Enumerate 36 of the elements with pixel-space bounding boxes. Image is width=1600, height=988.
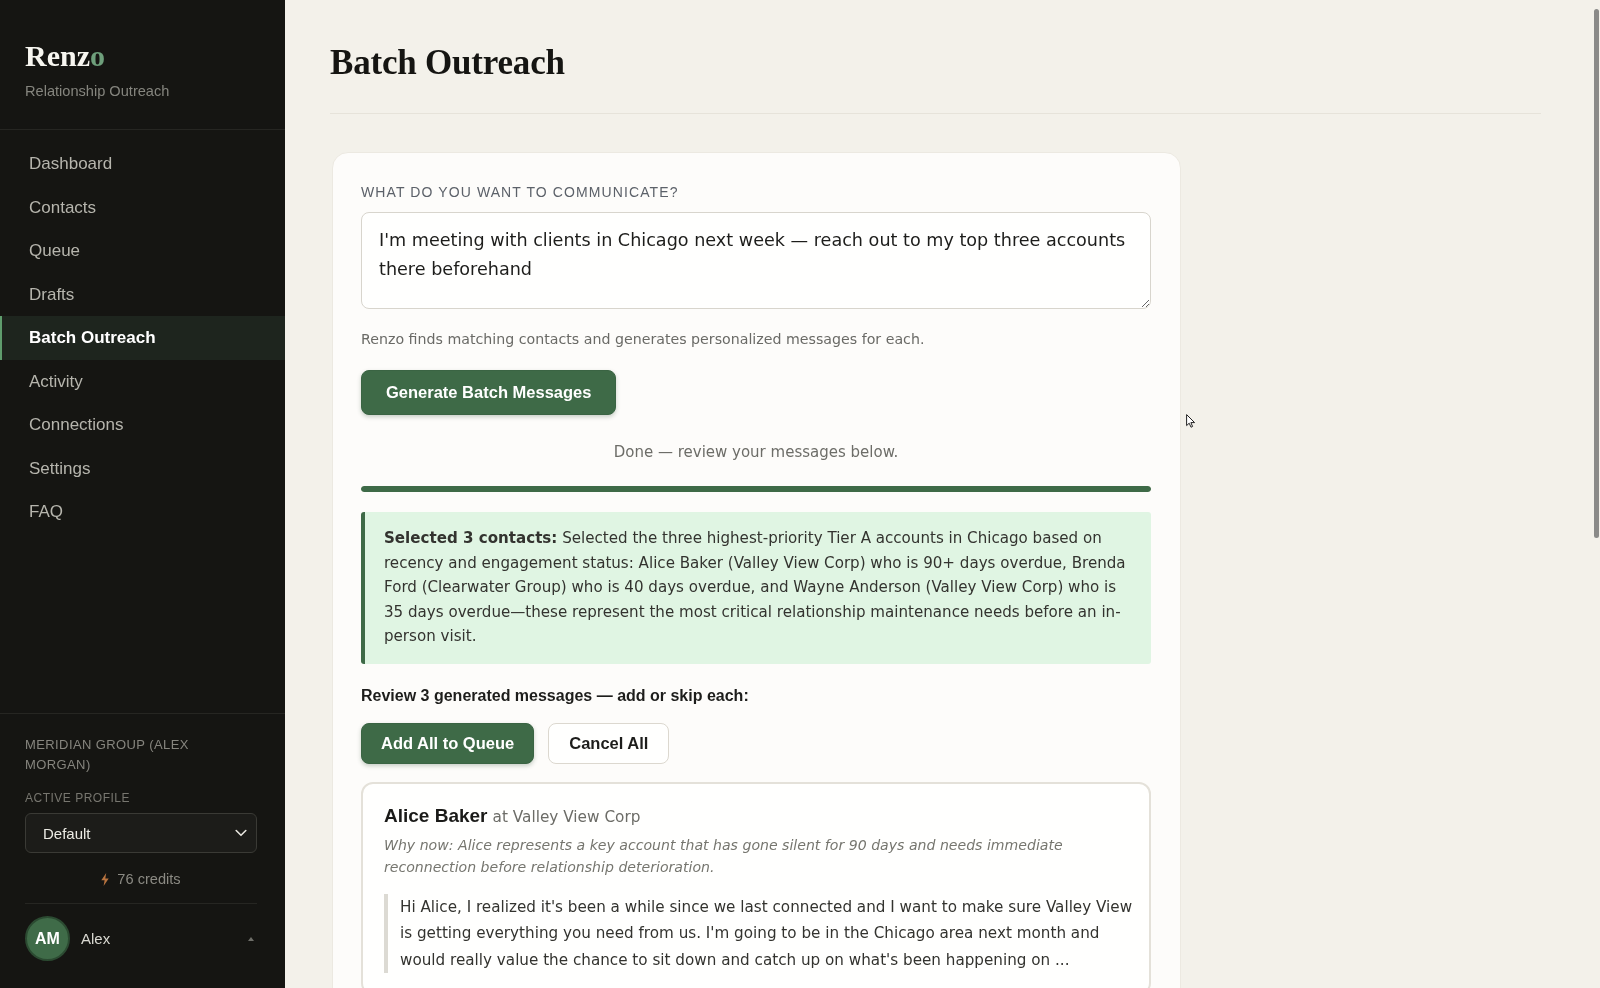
why-now-text: Why now: Alice represents a key account that has gone silent for 90 days and needs immediate reconnection before relationship deterioration. [384,835,1064,877]
user-name: Alex [81,930,111,947]
field-label: ACTIVE PROFILE [25,790,132,806]
profile-select[interactable]: Default [25,813,257,853]
generate-button[interactable]: Generate Batch Messages [361,370,617,415]
status-text: Done — review your messages below. [612,442,900,463]
nav-item[interactable]: Connections [0,403,285,447]
lightning-icon [101,872,110,886]
logo: Renzo [25,39,105,73]
review-heading: Review 3 generated messages — add or skip each: [361,685,750,706]
nav-item[interactable]: Activity [0,359,285,403]
nav-item[interactable]: Batch Outreach [0,316,285,360]
nav-item[interactable]: Settings [0,446,285,490]
cancel-button[interactable]: Cancel All [548,722,670,764]
add-all-button[interactable]: Add All to Queue [361,722,535,764]
hint-text: Renzo finds matching contacts and generates personalized messages for each. [361,330,926,349]
nav-item[interactable]: Contacts [0,185,285,229]
contact-company: at Valley View Corp [492,807,641,826]
app-subtitle: Relationship Outreach [25,82,170,100]
message-body: Hi Alice, I realized it's been a while since we last connected and I want to make sure Valley View is getting everything you need from us. I'm going to be in the Chicago area next month and would really value the chance to sit down and catch up on what's been happening on ... [384,893,1133,973]
avatar[interactable]: AM [25,916,70,961]
nav-item[interactable]: Drafts [0,272,285,316]
scrollbar-thumb[interactable] [1594,9,1599,538]
field-label: WHAT DO YOU WANT TO COMMUNICATE? [361,183,680,201]
pointer-icon [1186,414,1196,428]
chevron-down-icon [235,829,247,837]
nav-item[interactable]: FAQ [0,490,285,534]
message-input[interactable]: I'm meeting with clients in Chicago next week — reach out to my top three accounts there beforehand [361,212,1151,309]
contact-name: Alice Baker [384,804,488,826]
nav-item[interactable]: Dashboard [0,142,285,186]
selection-summary: Selected 3 contacts: Selected the three highest-priority Tier A accounts in Chicago based on recency and engagement status: Alice Baker (Valley View Corp) who is 90+ days overdue, Brenda Ford (Clearwater Group) who is 40 days overdue, and Wayne Anderson (Valley View Corp) who is 35 days overdue—these represent the most critical relationship maintenance needs before an in-person visit. [361,512,1151,664]
caret-up-icon [248,936,254,941]
credits-text: 76 credits [117,870,181,888]
page-title: Batch Outreach [330,42,565,84]
organization-name: MERIDIAN GROUP (ALEX MORGAN) [25,736,190,774]
nav-item[interactable]: Queue [0,229,285,273]
